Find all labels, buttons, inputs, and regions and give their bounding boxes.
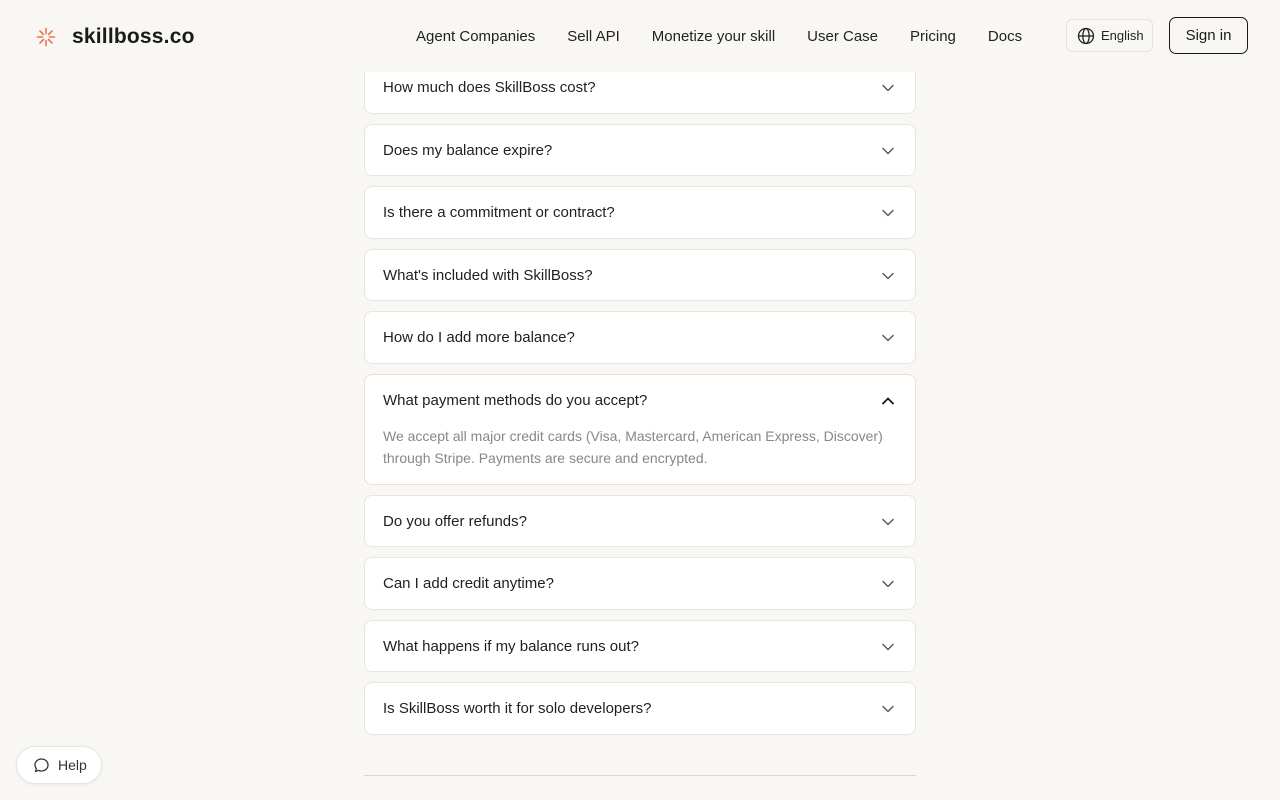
main-nav: Agent Companies Sell API Monetize your s…	[400, 0, 1038, 72]
faq-question: Do you offer refunds?	[383, 513, 527, 530]
language-label: English	[1101, 28, 1144, 43]
faq-item[interactable]: How do I add more balance?	[364, 311, 916, 364]
chevron-down-icon	[882, 209, 894, 217]
nav-docs[interactable]: Docs	[972, 28, 1038, 45]
nav-pricing[interactable]: Pricing	[894, 28, 972, 45]
faq-question: Is SkillBoss worth it for solo developer…	[383, 700, 652, 717]
faq-question: Can I add credit anytime?	[383, 575, 554, 592]
chevron-down-icon	[882, 643, 894, 651]
faq-question: What payment methods do you accept?	[383, 392, 648, 409]
brand-logo[interactable]: skillboss.co	[36, 25, 195, 49]
nav-user-case[interactable]: User Case	[791, 28, 894, 45]
faq-item[interactable]: Can I add credit anytime?	[364, 557, 916, 610]
nav-sell-api[interactable]: Sell API	[551, 28, 636, 45]
faq-item[interactable]: Is SkillBoss worth it for solo developer…	[364, 682, 916, 735]
chevron-down-icon	[882, 84, 894, 92]
brand-name: skillboss.co	[72, 25, 195, 48]
faq-question: Is there a commitment or contract?	[383, 204, 615, 221]
faq-item[interactable]: Is there a commitment or contract?	[364, 186, 916, 239]
faq-question: What happens if my balance runs out?	[383, 638, 639, 655]
faq-item[interactable]: What payment methods do you accept? We ac…	[364, 374, 916, 485]
faq-question: What's included with SkillBoss?	[383, 267, 593, 284]
nav-monetize-skill[interactable]: Monetize your skill	[636, 28, 791, 45]
chevron-down-icon	[882, 334, 894, 342]
sign-in-button[interactable]: Sign in	[1169, 17, 1248, 54]
chevron-up-icon	[882, 397, 894, 405]
chat-bubble-icon	[34, 757, 49, 772]
faq-item[interactable]: Do you offer refunds?	[364, 495, 916, 547]
faq-question: How do I add more balance?	[383, 329, 575, 346]
help-label: Help	[58, 757, 87, 773]
chevron-down-icon	[882, 580, 894, 588]
site-header: skillboss.co Agent Companies Sell API Mo…	[0, 0, 1280, 72]
chevron-down-icon	[882, 272, 894, 280]
sunburst-logo-icon	[36, 27, 56, 47]
globe-icon	[1077, 27, 1095, 44]
chevron-down-icon	[882, 518, 894, 526]
nav-agent-companies[interactable]: Agent Companies	[400, 28, 551, 45]
help-button[interactable]: Help	[16, 746, 102, 784]
language-selector[interactable]: English	[1066, 19, 1153, 52]
chevron-down-icon	[882, 705, 894, 713]
chevron-down-icon	[882, 147, 894, 155]
faq-question: Does my balance expire?	[383, 142, 553, 159]
section-divider	[364, 775, 916, 776]
faq-item[interactable]: Does my balance expire?	[364, 124, 916, 176]
faq-item[interactable]: What happens if my balance runs out?	[364, 620, 916, 672]
faq-item[interactable]: What's included with SkillBoss?	[364, 249, 916, 301]
faq-answer: We accept all major credit cards (Visa, …	[383, 428, 883, 466]
